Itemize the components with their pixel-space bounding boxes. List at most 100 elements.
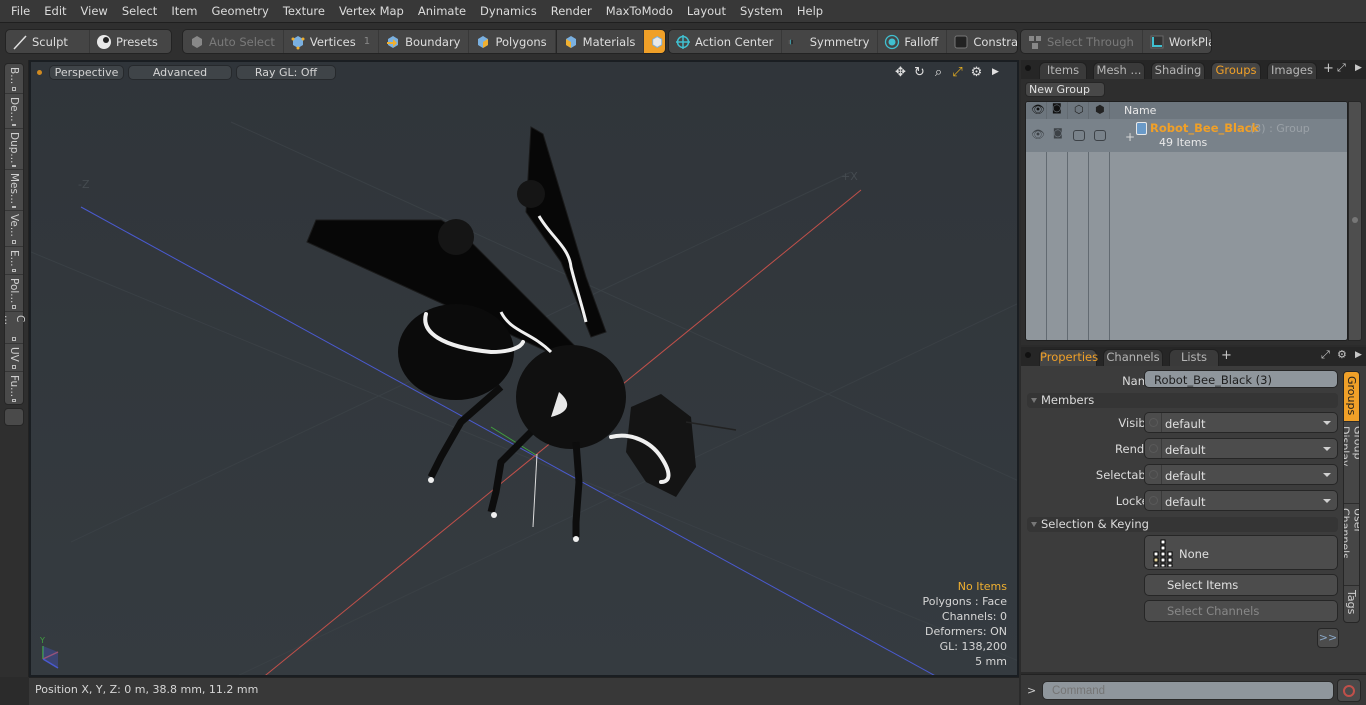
- raygl-toggle[interactable]: Ray GL: Off: [236, 65, 336, 80]
- left-tab-vertex[interactable]: Ve...: [5, 211, 23, 247]
- select-items-button[interactable]: Select Items: [1144, 574, 1338, 596]
- menu-help[interactable]: Help: [790, 0, 830, 22]
- action-center-button[interactable]: Action Center: [669, 30, 783, 53]
- left-tab-curve[interactable]: C ...: [2, 312, 26, 344]
- view-mode-dropdown[interactable]: Perspective: [49, 65, 124, 80]
- workplane-button[interactable]: WorkPlane: [1143, 30, 1211, 53]
- tab-channels[interactable]: Channels: [1103, 349, 1163, 366]
- 3d-viewport[interactable]: -Z +X Y Perspective Advanced Ray GL: Off…: [29, 60, 1019, 677]
- viewport-indicator-dot[interactable]: [37, 70, 42, 75]
- expand-icon[interactable]: ⤢: [1321, 348, 1330, 362]
- menu-render[interactable]: Render: [544, 0, 599, 22]
- panel-menu-dot[interactable]: [1025, 65, 1031, 71]
- menu-file[interactable]: File: [4, 0, 37, 22]
- name-input[interactable]: Robot_Bee_Black (3): [1144, 370, 1338, 388]
- gear-icon[interactable]: ⚙: [1337, 348, 1347, 361]
- left-tab-uv[interactable]: UV: [5, 344, 23, 372]
- menu-geometry[interactable]: Geometry: [205, 0, 276, 22]
- render-dropdown[interactable]: default: [1144, 438, 1338, 459]
- group-row[interactable]: 👁 ◙ + Robot_Bee_Black (3) : Group 49 Ite…: [1026, 119, 1347, 152]
- chevron-right-icon[interactable]: ▶: [1355, 350, 1362, 360]
- polygons-button[interactable]: Polygons: [469, 30, 556, 53]
- side-tab-group-display[interactable]: Group Display: [1344, 422, 1359, 504]
- new-group-button[interactable]: New Group: [1025, 82, 1105, 97]
- row-render-camera-icon[interactable]: ◙: [1053, 128, 1063, 139]
- row-lock-toggle[interactable]: [1094, 130, 1106, 141]
- expand-plus-icon[interactable]: +: [1125, 130, 1135, 144]
- menu-dynamics[interactable]: Dynamics: [473, 0, 544, 22]
- left-tab-polygon[interactable]: Pol...: [5, 275, 23, 312]
- left-tab-deform[interactable]: De...: [5, 94, 23, 129]
- expand-icon[interactable]: ⤢: [1337, 61, 1346, 75]
- tab-mesh[interactable]: Mesh ...: [1093, 62, 1145, 79]
- scroll-handle[interactable]: [1352, 217, 1358, 223]
- chevron-right-icon[interactable]: ▶: [988, 65, 1003, 80]
- tab-items[interactable]: Items: [1039, 62, 1087, 79]
- auto-select-button[interactable]: Auto Select: [183, 30, 284, 53]
- items-button[interactable]: Items 5: [644, 30, 665, 53]
- menu-item[interactable]: Item: [164, 0, 204, 22]
- side-tab-tags[interactable]: Tags: [1344, 586, 1359, 622]
- left-extra-tab[interactable]: [4, 408, 24, 426]
- add-tab-icon[interactable]: +: [1323, 61, 1334, 76]
- visible-dropdown[interactable]: default: [1144, 412, 1338, 433]
- menu-maxtomodo[interactable]: MaxToModo: [599, 0, 680, 22]
- tab-shading[interactable]: Shading: [1151, 62, 1205, 79]
- select-through-button[interactable]: Select Through: [1021, 30, 1143, 53]
- boundary-button[interactable]: Boundary: [379, 30, 470, 53]
- menu-view[interactable]: View: [74, 0, 115, 22]
- add-tab-icon[interactable]: +: [1221, 348, 1232, 363]
- group-name[interactable]: Robot_Bee_Black: [1150, 121, 1259, 135]
- materials-button[interactable]: Materials: [555, 30, 645, 53]
- column-name-header[interactable]: Name: [1124, 104, 1156, 117]
- robot-bee-model[interactable]: [306, 126, 737, 542]
- keying-none-button[interactable]: None: [1144, 535, 1338, 570]
- members-section[interactable]: Members: [1027, 393, 1338, 408]
- locked-dropdown[interactable]: default: [1144, 490, 1338, 511]
- left-tab-duplicate[interactable]: Dup...: [5, 129, 23, 170]
- menu-animate[interactable]: Animate: [411, 0, 473, 22]
- group-list-scrollbar[interactable]: [1348, 101, 1362, 341]
- zoom-search-icon[interactable]: ⌕: [931, 65, 946, 80]
- side-tab-groups[interactable]: Groups: [1344, 372, 1359, 422]
- menu-layout[interactable]: Layout: [680, 0, 733, 22]
- constraints-button[interactable]: Constrai...: [947, 30, 1017, 53]
- key-circle-icon[interactable]: [1149, 418, 1158, 427]
- presets-button[interactable]: Presets: [90, 30, 166, 53]
- shading-dropdown[interactable]: Advanced: [128, 65, 232, 80]
- left-tab-fusion[interactable]: Fu...: [5, 372, 23, 404]
- rotate-icon[interactable]: ↻: [912, 65, 927, 80]
- pan-move-icon[interactable]: ✥: [893, 65, 908, 80]
- gear-icon[interactable]: ⚙: [969, 65, 984, 80]
- tab-properties[interactable]: Properties: [1039, 349, 1098, 366]
- row-selectable-toggle[interactable]: [1073, 130, 1085, 141]
- tab-images[interactable]: Images: [1267, 62, 1317, 79]
- side-tab-user-channels[interactable]: User Channels: [1344, 504, 1359, 586]
- menu-edit[interactable]: Edit: [37, 0, 73, 22]
- more-button[interactable]: >>: [1317, 628, 1339, 648]
- row-visibility-eye-icon[interactable]: 👁: [1031, 128, 1045, 141]
- menu-vertex-map[interactable]: Vertex Map: [332, 0, 411, 22]
- selectable-dropdown[interactable]: default: [1144, 464, 1338, 485]
- key-circle-icon[interactable]: [1149, 496, 1158, 505]
- chevron-right-icon[interactable]: ▶: [1355, 63, 1362, 73]
- menu-select[interactable]: Select: [115, 0, 164, 22]
- sculpt-button[interactable]: Sculpt: [6, 30, 90, 53]
- menu-texture[interactable]: Texture: [276, 0, 332, 22]
- select-channels-button[interactable]: Select Channels: [1144, 600, 1338, 622]
- tab-groups[interactable]: Groups: [1211, 62, 1261, 79]
- falloff-button[interactable]: Falloff: [878, 30, 948, 53]
- vertices-button[interactable]: Vertices 1: [284, 30, 380, 53]
- record-macro-button[interactable]: [1337, 679, 1361, 702]
- selection-keying-section[interactable]: Selection & Keying: [1027, 517, 1338, 532]
- menu-system[interactable]: System: [733, 0, 790, 22]
- maximize-icon[interactable]: ⤢: [950, 65, 965, 80]
- panel-menu-dot[interactable]: [1025, 352, 1031, 358]
- key-circle-icon[interactable]: [1149, 470, 1158, 479]
- left-tab-basic[interactable]: B...: [5, 64, 23, 94]
- symmetry-button[interactable]: Symmetry: [782, 30, 879, 53]
- left-tab-mesh[interactable]: Mes...: [5, 170, 23, 211]
- left-tab-edge[interactable]: E...: [5, 247, 23, 275]
- command-input[interactable]: [1042, 681, 1334, 700]
- tab-lists[interactable]: Lists: [1169, 349, 1219, 366]
